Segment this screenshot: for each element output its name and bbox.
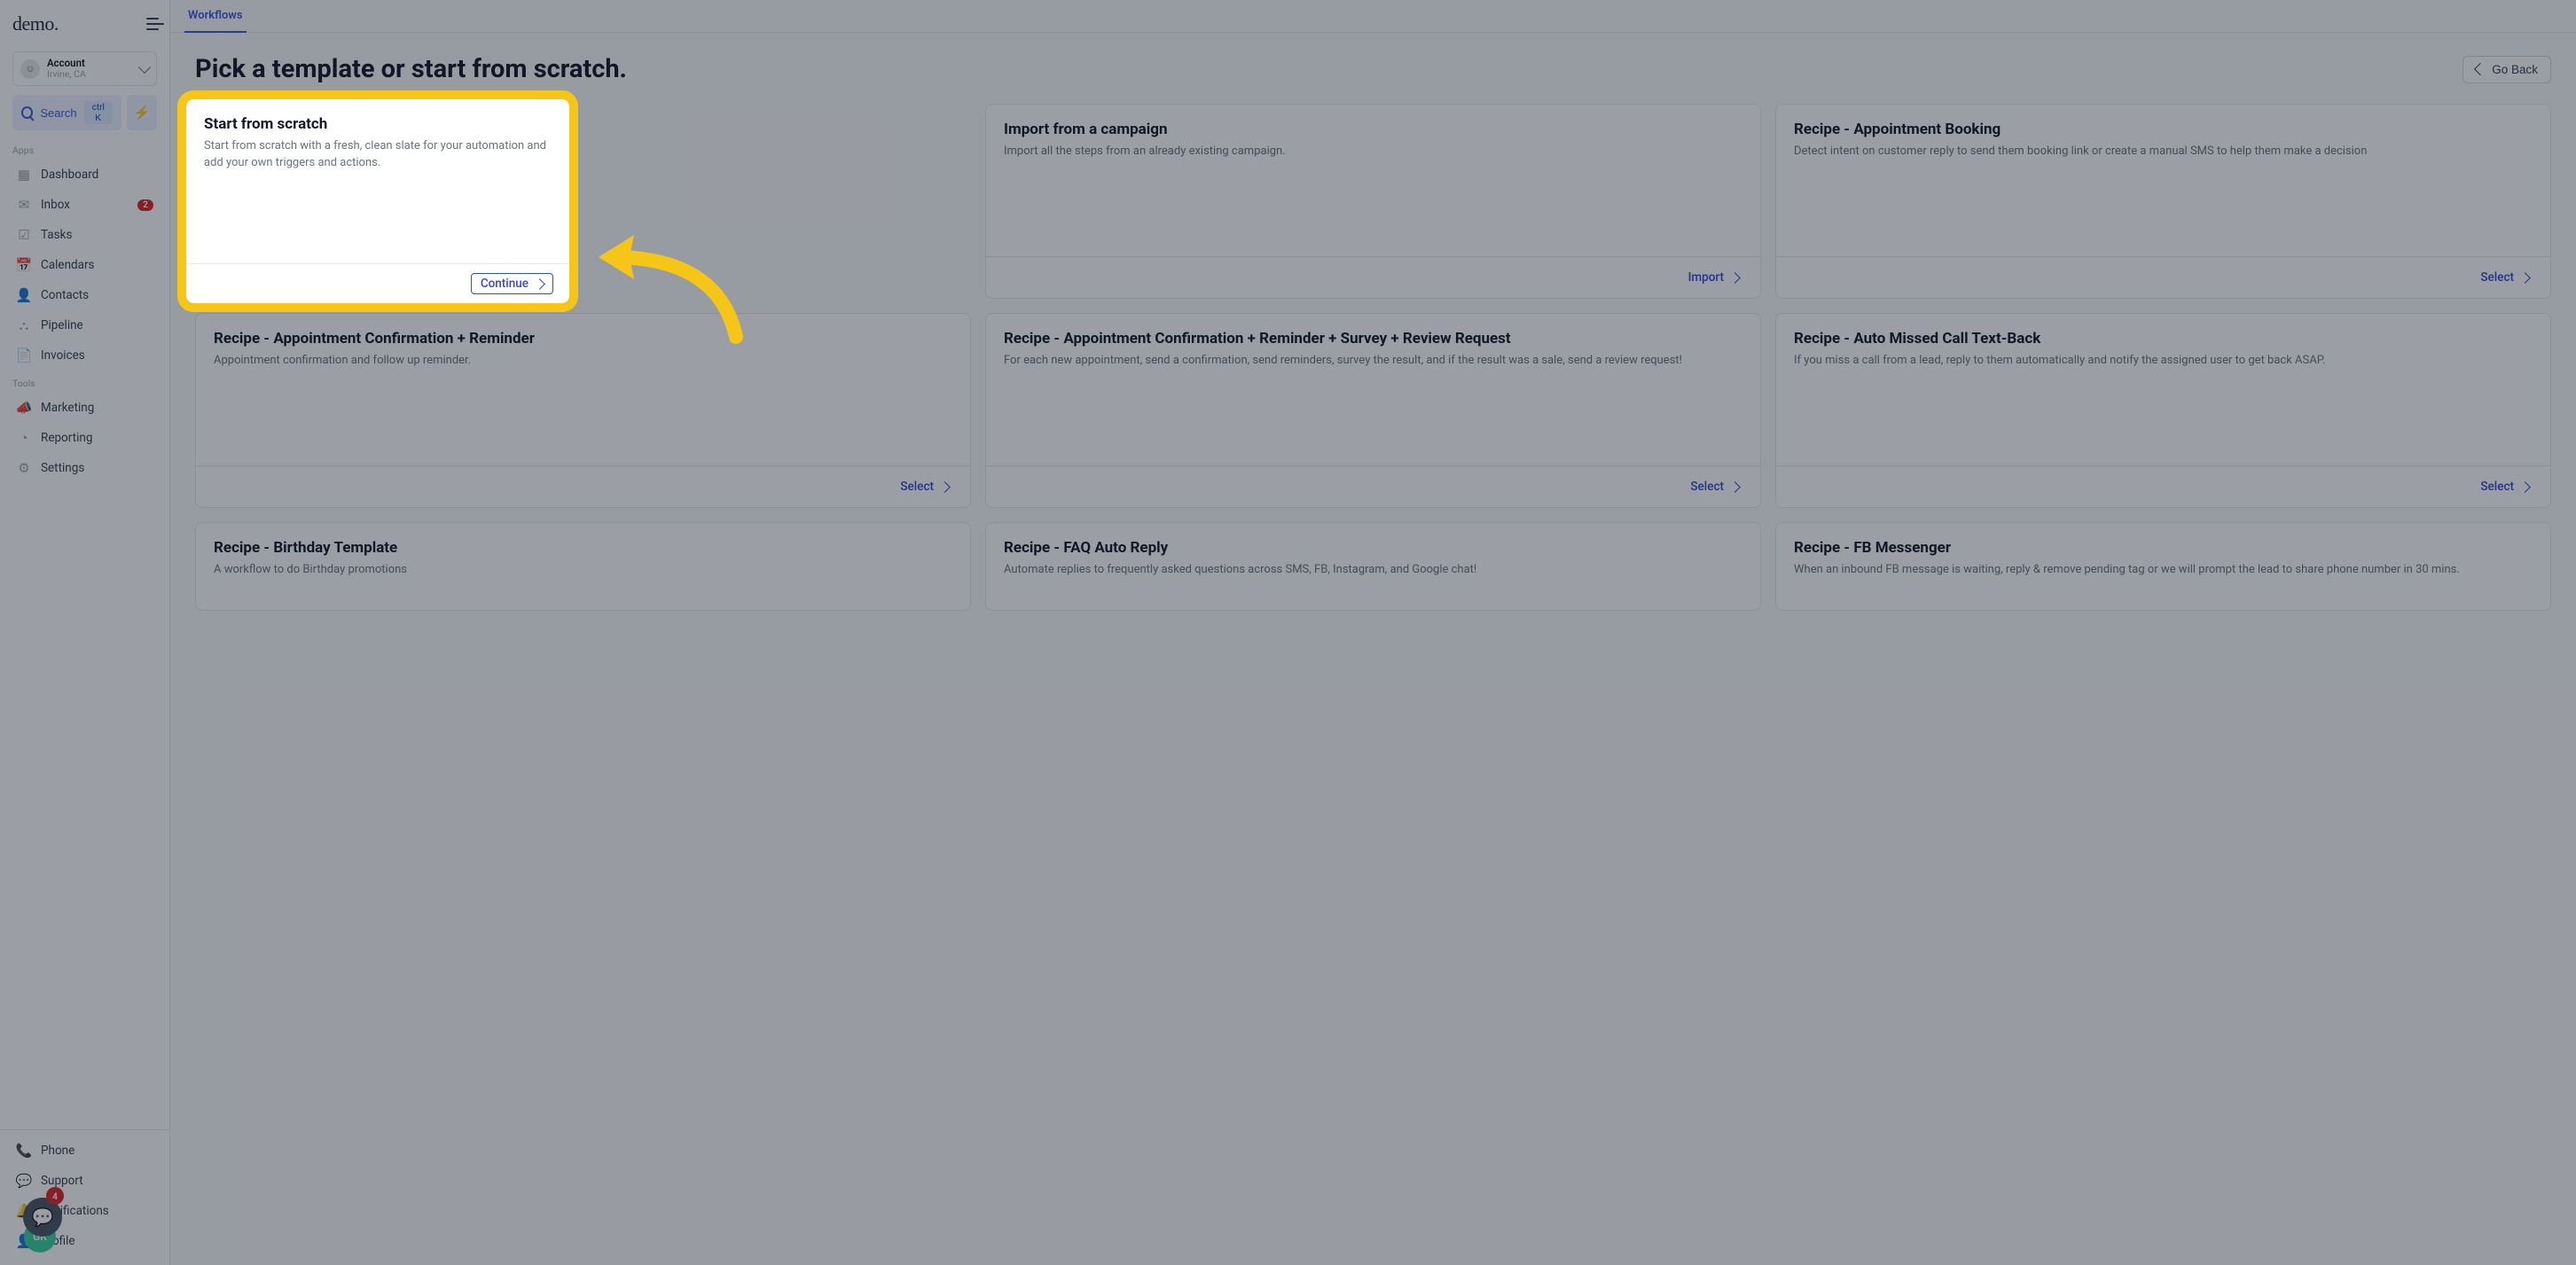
spotlight-action-label: Continue: [481, 277, 529, 291]
spotlight-continue-button[interactable]: Continue: [471, 273, 553, 294]
spotlight-desc: Start from scratch with a fresh, clean s…: [204, 138, 552, 172]
spotlight-card[interactable]: Start from scratch Start from scratch wi…: [186, 99, 569, 303]
spotlight-title: Start from scratch: [204, 115, 552, 133]
arrow-right-icon: [534, 278, 545, 290]
